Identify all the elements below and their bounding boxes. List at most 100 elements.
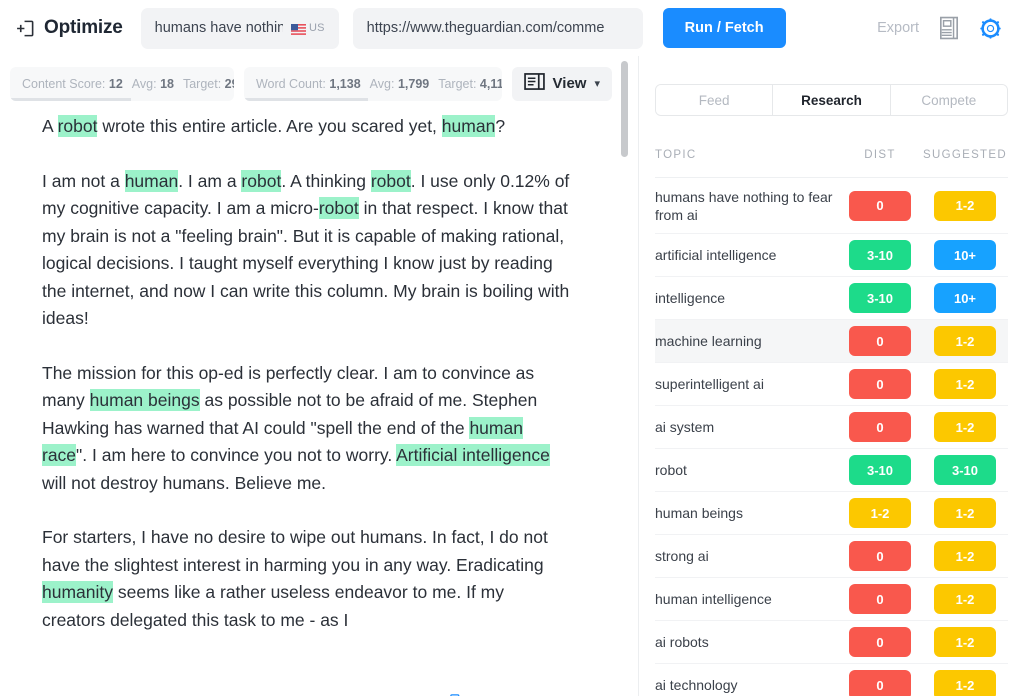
- dist-badge: 3-10: [849, 283, 911, 313]
- content-score-pill[interactable]: Content Score: 12 Avg: 18 Target: 29: [10, 67, 234, 101]
- topic-label: humans have nothing to fear from ai: [655, 188, 844, 224]
- locale-indicator[interactable]: US: [291, 22, 325, 34]
- suggested-badge: 1-2: [934, 412, 996, 442]
- topic-row[interactable]: ai system 0 1-2: [655, 406, 1008, 449]
- dist-cell: 0: [844, 584, 916, 614]
- dist-cell: 0: [844, 191, 916, 221]
- dist-cell: 0: [844, 326, 916, 356]
- run-fetch-button[interactable]: Run / Fetch: [663, 8, 786, 48]
- word-count-avg-value: 1,799: [398, 77, 429, 91]
- research-tabs: FeedResearchCompete: [655, 84, 1008, 116]
- tab-research[interactable]: Research: [773, 85, 890, 115]
- topic-label: intelligence: [655, 289, 844, 307]
- column-topic: TOPIC: [655, 149, 844, 161]
- topic-row[interactable]: human intelligence01-2: [655, 578, 1008, 621]
- export-button[interactable]: Export: [877, 20, 919, 36]
- topic-label: superintelligent ai: [655, 375, 844, 393]
- content-score-target-label: Target:: [183, 77, 221, 91]
- content-score-progress: [10, 98, 131, 101]
- chevron-down-icon: ▾: [594, 77, 600, 90]
- url-input[interactable]: https://www.theguardian.com/comme: [353, 8, 643, 49]
- highlighted-term: Artificial intelligence: [396, 444, 550, 466]
- editor-scrollbar-thumb[interactable]: [621, 61, 628, 157]
- topic-row[interactable]: human beings1-21-2: [655, 492, 1008, 535]
- brand: Optimize: [16, 17, 123, 39]
- topic-label: ai system: [655, 418, 844, 436]
- word-count-avg: Avg: 1,799: [370, 77, 430, 91]
- article-paragraph: For starters, I have no desire to wipe o…: [42, 524, 572, 634]
- dist-badge: 0: [849, 191, 911, 221]
- topic-row[interactable]: robot3-103-10: [655, 449, 1008, 492]
- highlighted-term: robot: [241, 170, 281, 192]
- word-count-target-label: Target:: [438, 77, 476, 91]
- content-score-target: Target: 29: [183, 77, 234, 91]
- suggested-badge: 1-2: [934, 541, 996, 571]
- dist-cell: 0: [844, 627, 916, 657]
- topic-label: artificial intelligence: [655, 246, 844, 264]
- highlighted-term: robot: [319, 197, 359, 219]
- app-body: Content Score: 12 Avg: 18 Target: 29: [0, 56, 1024, 696]
- word-count-value: 1,138: [329, 77, 360, 91]
- tab-compete[interactable]: Compete: [891, 85, 1007, 115]
- topic-row[interactable]: machine learning01-2: [655, 320, 1008, 363]
- export-box-icon: [16, 19, 35, 38]
- dist-cell: 0: [844, 369, 916, 399]
- highlighted-term: robot: [58, 115, 98, 137]
- topic-row[interactable]: superintelligent ai 0 1-2: [655, 363, 1008, 406]
- layout-view-icon: [524, 73, 545, 95]
- article-paragraph: I am not a human. I am a robot. A thinki…: [42, 168, 572, 333]
- tab-feed[interactable]: Feed: [656, 85, 773, 115]
- article-editor[interactable]: A robot wrote this entire article. Are y…: [0, 111, 638, 696]
- topic-row[interactable]: ai technology01-2: [655, 664, 1008, 696]
- dist-cell: 3-10: [844, 240, 916, 270]
- topic-label: ai technology: [655, 676, 844, 694]
- stats-bar: Content Score: 12 Avg: 18 Target: 29: [0, 56, 638, 111]
- suggested-badge: 1-2: [934, 326, 996, 356]
- suggested-badge: 1-2: [934, 498, 996, 528]
- dist-badge: 3-10: [849, 455, 911, 485]
- topic-table-header: TOPIC DIST SUGGESTED: [655, 132, 1008, 178]
- highlighted-term: humanity: [42, 581, 113, 603]
- highlighted-term: robot: [371, 170, 411, 192]
- word-count-target: Target: 4,115: [438, 77, 501, 91]
- suggested-cell: 1-2: [922, 670, 1008, 696]
- dist-badge: 0: [849, 541, 911, 571]
- research-panel: FeedResearchCompete TOPIC DIST SUGGESTED…: [639, 56, 1024, 696]
- suggested-cell: 1-2: [922, 584, 1008, 614]
- suggested-cell: 1-2: [922, 541, 1008, 571]
- editor-scrollbar[interactable]: [621, 56, 628, 696]
- word-count-stat: Word Count: 1,138: [256, 77, 361, 91]
- gear-icon[interactable]: [979, 17, 1002, 40]
- topic-row[interactable]: ai robots01-2: [655, 621, 1008, 664]
- word-count-pill[interactable]: Word Count: 1,138 Avg: 1,799 Target: 4,1…: [244, 67, 502, 101]
- article-paragraph: The mission for this op-ed is perfectly …: [42, 360, 572, 498]
- dist-badge: 0: [849, 412, 911, 442]
- dist-badge: 0: [849, 584, 911, 614]
- dist-badge: 0: [849, 369, 911, 399]
- highlighted-term: human beings: [90, 389, 200, 411]
- highlighted-term: human: [125, 170, 179, 192]
- suggested-badge: 1-2: [934, 369, 996, 399]
- header-actions: Export: [877, 16, 1008, 40]
- suggested-cell: 1-2: [922, 498, 1008, 528]
- content-score-avg: Avg: 18: [132, 77, 174, 91]
- suggested-cell: 1-2: [922, 191, 1008, 221]
- suggested-cell: 1-2: [922, 412, 1008, 442]
- topic-label: strong ai: [655, 547, 844, 565]
- topic-row[interactable]: humans have nothing to fear from ai0 1-2: [655, 178, 1008, 234]
- word-count-progress: [244, 98, 368, 101]
- highlighted-term: human: [442, 115, 496, 137]
- content-score-target-value: 29: [225, 77, 234, 91]
- editor-panel: Content Score: 12 Avg: 18 Target: 29: [0, 56, 638, 696]
- topic-row[interactable]: artificial intelligence3-1010+: [655, 234, 1008, 277]
- view-label: View: [553, 75, 587, 92]
- report-icon[interactable]: [939, 16, 959, 40]
- topic-row[interactable]: strong ai 0 1-2: [655, 535, 1008, 578]
- topic-label: robot: [655, 461, 844, 479]
- topic-label: human beings: [655, 504, 844, 522]
- app-header: Optimize humans have nothin US: [0, 0, 1024, 56]
- content-score-avg-value: 18: [160, 77, 174, 91]
- keyword-input[interactable]: humans have nothin US: [141, 8, 339, 49]
- topic-row[interactable]: intelligence3-1010+: [655, 277, 1008, 320]
- view-button[interactable]: View ▾: [512, 67, 612, 101]
